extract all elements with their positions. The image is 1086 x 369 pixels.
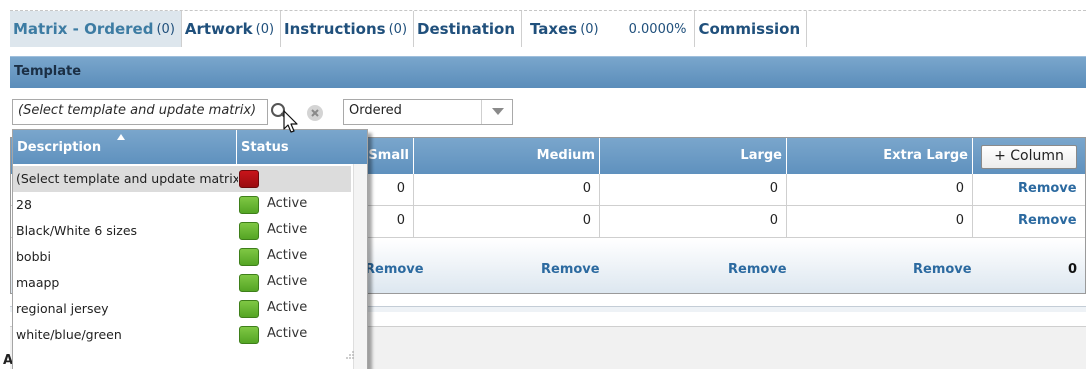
template-status: Active <box>267 274 308 289</box>
template-status: Active <box>267 248 308 263</box>
tab-count: (0) <box>580 21 599 37</box>
remove-row-link[interactable]: Remove <box>1018 181 1077 196</box>
status-indicator <box>239 222 259 240</box>
mouse-cursor-icon <box>283 110 298 133</box>
list-item[interactable]: Black/White 6 sizes Active <box>13 218 351 244</box>
template-description: maapp <box>16 275 60 290</box>
column-header-status[interactable]: Status <box>241 140 289 155</box>
status-indicator <box>239 170 259 188</box>
template-description: regional jersey <box>16 301 109 316</box>
template-description: white/blue/green <box>16 327 122 342</box>
popup-scrollbar[interactable] <box>353 164 367 369</box>
tab-label: Destination <box>417 20 515 38</box>
mode-select[interactable]: Ordered <box>343 99 513 125</box>
column-header-description[interactable]: Description <box>17 140 101 155</box>
tab-label: Artwork <box>184 20 253 38</box>
quantity-cell[interactable]: 0 <box>787 206 973 237</box>
list-item[interactable]: maapp Active <box>13 270 351 296</box>
remove-column-link[interactable]: Remove <box>728 262 787 277</box>
column-header-large[interactable]: Large <box>600 138 787 174</box>
chevron-down-icon <box>492 108 504 115</box>
list-item[interactable]: bobbi Active <box>13 244 351 270</box>
tab-artwork[interactable]: Artwork (0) <box>182 11 282 47</box>
tab-taxes[interactable]: Taxes (0) 0.0000% <box>522 11 696 47</box>
remove-row-link[interactable]: Remove <box>1018 213 1077 228</box>
quantity-cell[interactable]: 0 <box>414 206 600 237</box>
resize-grip-icon[interactable] <box>345 350 355 360</box>
tax-percent: 0.0000% <box>628 21 687 37</box>
quantity-cell[interactable]: 0 <box>787 174 973 205</box>
template-dropdown-popup: Description Status (Select template and … <box>12 129 368 369</box>
template-status: Active <box>267 300 308 315</box>
tab-label: Commission <box>698 20 801 38</box>
tab-label: Taxes <box>530 20 578 38</box>
select-divider <box>481 100 482 124</box>
tab-commission[interactable]: Commission <box>695 11 808 47</box>
template-status: Active <box>267 196 308 211</box>
template-input[interactable]: (Select template and update matrix) <box>12 99 268 125</box>
template-description: bobbi <box>16 249 51 264</box>
tab-count: (0) <box>156 21 175 37</box>
tab-list: Matrix - Ordered (0) Artwork (0) Instruc… <box>10 11 808 47</box>
status-indicator <box>239 300 259 318</box>
clear-icon[interactable] <box>306 104 324 122</box>
remove-column-link[interactable]: Remove <box>913 262 972 277</box>
template-description: Black/White 6 sizes <box>16 223 138 238</box>
template-description: (Select template and update matrix) <box>16 171 238 186</box>
template-status: Active <box>267 222 308 237</box>
template-section-header: Template <box>10 56 1086 88</box>
popup-header: Description Status <box>13 130 367 164</box>
status-indicator <box>239 326 259 344</box>
column-header-extra-large[interactable]: Extra Large <box>787 138 973 174</box>
quantity-cell[interactable]: 0 <box>414 174 600 205</box>
quantity-cell[interactable]: 0 <box>600 174 787 205</box>
tab-matrix-ordered[interactable]: Matrix - Ordered (0) <box>10 11 182 47</box>
tab-count: (0) <box>255 21 275 37</box>
remove-column-link[interactable]: Remove <box>365 262 424 277</box>
add-column-button[interactable]: + Column <box>981 145 1077 169</box>
list-item[interactable]: (Select template and update matrix) <box>13 166 351 192</box>
column-header-medium[interactable]: Medium <box>414 138 600 174</box>
tab-label: Instructions <box>284 20 386 38</box>
tab-destination[interactable]: Destination <box>414 11 522 47</box>
tab-bar: Matrix - Ordered (0) Artwork (0) Instruc… <box>10 10 1086 47</box>
list-item[interactable]: regional jersey Active <box>13 296 351 322</box>
tab-count: (0) <box>388 21 408 37</box>
status-indicator <box>239 248 259 266</box>
remove-column-link[interactable]: Remove <box>541 262 600 277</box>
status-indicator <box>239 196 259 214</box>
quantity-cell[interactable]: 0 <box>600 206 787 237</box>
template-description: 28 <box>16 197 32 212</box>
mode-select-value: Ordered <box>349 103 402 118</box>
tab-instructions[interactable]: Instructions (0) <box>281 11 415 47</box>
sort-up-icon <box>117 134 125 140</box>
tab-label: Matrix - Ordered <box>13 20 154 38</box>
section-title: Template <box>14 64 82 79</box>
list-item[interactable]: white/blue/green Active <box>13 322 351 348</box>
status-indicator <box>239 274 259 292</box>
template-status: Active <box>267 326 308 341</box>
header-divider <box>236 130 237 164</box>
grand-total: 0 <box>1067 262 1077 277</box>
list-item[interactable]: 28 Active <box>13 192 351 218</box>
